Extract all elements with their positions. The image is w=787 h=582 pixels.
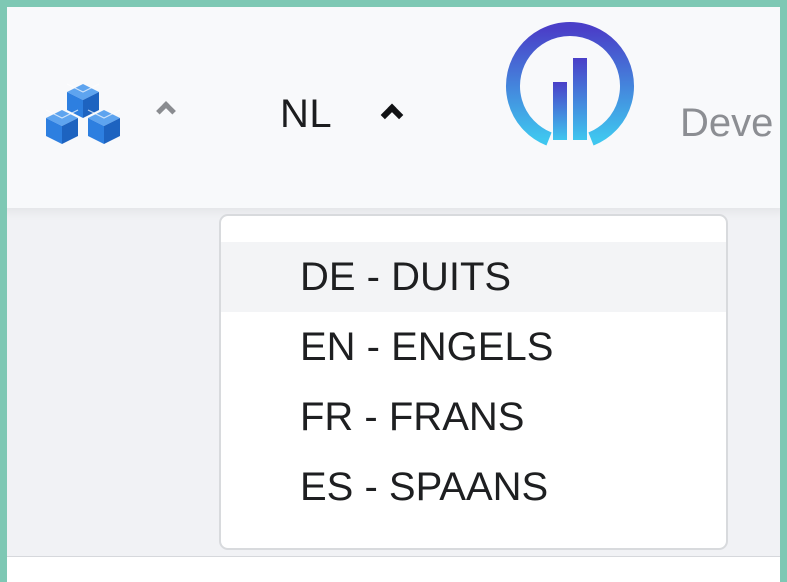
cubes-icon[interactable]: [42, 82, 124, 150]
apps-chevron-up-icon[interactable]: [156, 101, 176, 121]
brand-name-text[interactable]: Deve: [680, 101, 773, 146]
page-bottom-area: [0, 557, 787, 582]
language-option-es[interactable]: ES - SPAANS: [221, 452, 726, 522]
language-option-en[interactable]: EN - ENGELS: [221, 312, 726, 382]
language-selector[interactable]: NL: [276, 80, 436, 142]
current-language-label: NL: [280, 92, 333, 136]
top-header: NL Deve: [0, 0, 787, 208]
language-dropdown-menu: DE - DUITS EN - ENGELS FR - FRANS ES - S…: [219, 214, 728, 550]
language-option-fr[interactable]: FR - FRANS: [221, 382, 726, 452]
brand-logo-icon[interactable]: [505, 16, 635, 146]
language-option-de[interactable]: DE - DUITS: [221, 242, 726, 312]
chevron-up-icon: [380, 103, 404, 127]
